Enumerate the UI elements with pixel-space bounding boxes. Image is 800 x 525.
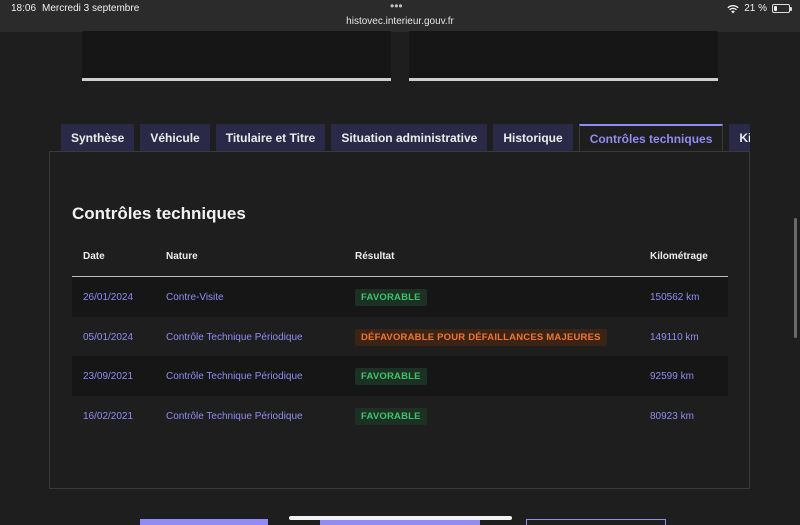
info-card-right xyxy=(409,31,718,81)
page-scrollbar[interactable] xyxy=(794,218,797,338)
row-nature: Contrôle Technique Périodique xyxy=(166,410,303,422)
wifi-icon xyxy=(727,4,739,13)
table-header: Date Nature Résultat Kilométrage xyxy=(72,241,728,277)
status-date: Mercredi 3 septembre xyxy=(42,3,140,14)
row-km: 150562 km xyxy=(650,292,700,303)
header-date: Date xyxy=(83,251,105,262)
result-badge: FAVORABLE xyxy=(355,368,427,385)
tab-bar: Synthèse Véhicule Titulaire et Titre Sit… xyxy=(61,124,750,152)
section-title: Contrôles techniques xyxy=(72,204,246,223)
table-row: 23/09/2021 Contrôle Technique Périodique… xyxy=(72,356,728,396)
row-km: 149110 km xyxy=(650,331,699,343)
row-km: 80923 km xyxy=(650,410,694,422)
info-card-left xyxy=(82,31,391,81)
tab-synthese[interactable]: Synthèse xyxy=(61,124,135,152)
table-body: 26/01/2024 Contre-Visite FAVORABLE 15056… xyxy=(72,277,728,435)
battery-percent: 21 % xyxy=(744,3,767,14)
row-date: 05/01/2024 xyxy=(83,331,134,343)
tab-vehicule[interactable]: Véhicule xyxy=(140,124,210,152)
row-nature: Contrôle Technique Périodique xyxy=(166,331,303,343)
address-url[interactable]: histovec.interieur.gouv.fr xyxy=(0,16,800,27)
header-result: Résultat xyxy=(355,251,395,262)
tab-situation-administrative[interactable]: Situation administrative xyxy=(331,124,488,152)
battery-icon xyxy=(772,4,792,13)
result-badge: FAVORABLE xyxy=(355,289,427,306)
status-time: 18:06 xyxy=(11,3,37,14)
tab-kilometrage[interactable]: Kilo xyxy=(729,124,750,152)
row-nature: Contre-Visite xyxy=(166,292,224,303)
tab-titulaire[interactable]: Titulaire et Titre xyxy=(215,124,326,152)
bottom-button-3[interactable] xyxy=(526,519,666,525)
row-date: 26/01/2024 xyxy=(83,292,134,303)
row-nature: Contrôle Technique Périodique xyxy=(166,371,303,382)
bottom-button-1[interactable] xyxy=(140,519,268,525)
row-date: 23/09/2021 xyxy=(83,371,134,382)
result-badge: FAVORABLE xyxy=(355,407,427,425)
controls-table: Date Nature Résultat Kilométrage 26/01/2… xyxy=(72,241,728,435)
tab-controles-techniques[interactable]: Contrôles techniques xyxy=(578,124,724,152)
result-badge: DÉFAVORABLE POUR DÉFAILLANCES MAJEURES xyxy=(355,328,607,346)
header-nature: Nature xyxy=(166,251,198,262)
tab-historique[interactable]: Historique xyxy=(493,124,573,152)
header-km: Kilométrage xyxy=(650,251,708,262)
table-row: 16/02/2021 Contrôle Technique Périodique… xyxy=(72,395,728,435)
status-right: 21 % xyxy=(727,3,792,14)
table-row: 26/01/2024 Contre-Visite FAVORABLE 15056… xyxy=(72,277,728,317)
status-bar: 18:06 Mercredi 3 septembre ••• histovec.… xyxy=(0,0,800,32)
row-date: 16/02/2021 xyxy=(83,410,134,422)
table-row: 05/01/2024 Contrôle Technique Périodique… xyxy=(72,316,728,356)
row-km: 92599 km xyxy=(650,371,694,382)
home-indicator[interactable] xyxy=(289,516,512,520)
more-dots-icon[interactable]: ••• xyxy=(390,0,403,13)
